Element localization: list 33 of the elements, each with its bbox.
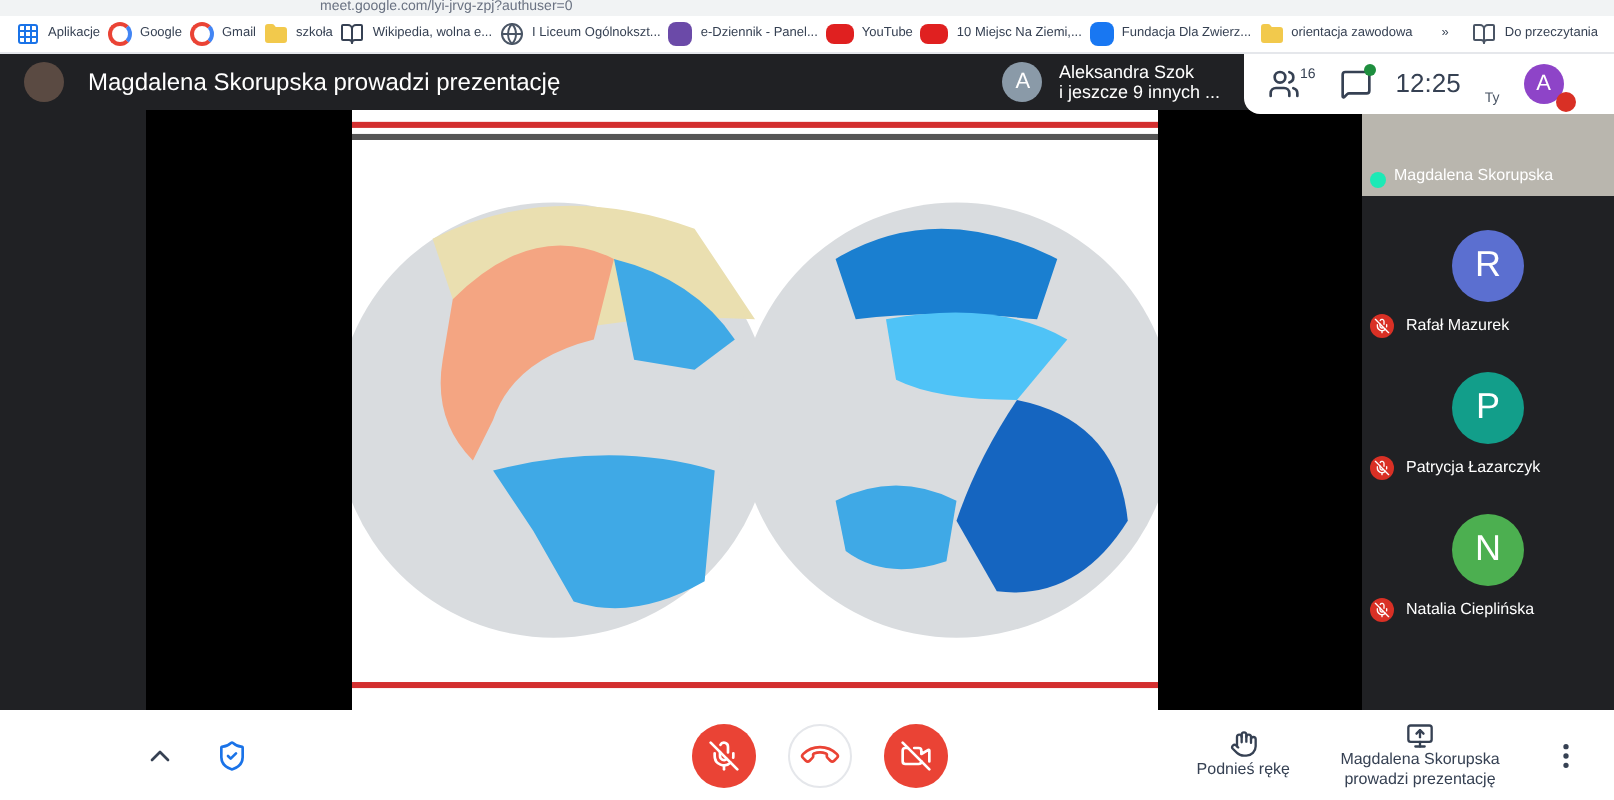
participant-avatar: R [1452, 229, 1524, 301]
shield-icon[interactable] [216, 739, 248, 771]
participant-name: Magdalena Skorupska [1394, 164, 1554, 188]
presenter-avatar [24, 62, 64, 102]
presenting-button[interactable]: Magdalena Skorupska prowadzi prezentację [1330, 721, 1510, 789]
participant-avatar: P [1452, 371, 1524, 443]
presentation-title: Magdalena Skorupska prowadzi prezentację [88, 66, 561, 100]
folder-icon [263, 22, 288, 46]
folder-icon [1259, 22, 1284, 46]
hand-icon [1229, 729, 1258, 757]
camera-off-button[interactable] [884, 724, 948, 788]
clock-time: 12:25 [1395, 66, 1461, 103]
participant-avatar: N [1452, 513, 1524, 585]
participant-name: Natalia Cieplińska [1406, 597, 1535, 621]
microphone-off-icon [708, 740, 740, 772]
camera-off-icon [900, 740, 932, 772]
present-screen-icon [1406, 721, 1434, 749]
hang-up-button[interactable] [788, 724, 852, 788]
book-icon [340, 22, 365, 46]
apps-icon [16, 22, 40, 46]
participant-name: Patrycja Łazarczyk [1406, 455, 1541, 479]
raise-hand-button[interactable]: Podnieś rękę [1196, 729, 1290, 781]
reading-list-icon [1472, 22, 1497, 46]
people-icon[interactable] [1268, 68, 1300, 100]
participant-avatar: A [1002, 62, 1043, 102]
participant-more: i jeszcze 9 innych ... [1058, 82, 1220, 102]
chat-icon[interactable] [1339, 68, 1372, 100]
site-icon [668, 22, 693, 46]
globe-icon [500, 22, 525, 46]
microphone-off-button[interactable] [692, 724, 756, 788]
participant-name: Rafał Mazurek [1406, 313, 1510, 337]
self-avatar: A [1523, 64, 1564, 104]
participant-name: Aleksandra Szok [1058, 62, 1196, 82]
